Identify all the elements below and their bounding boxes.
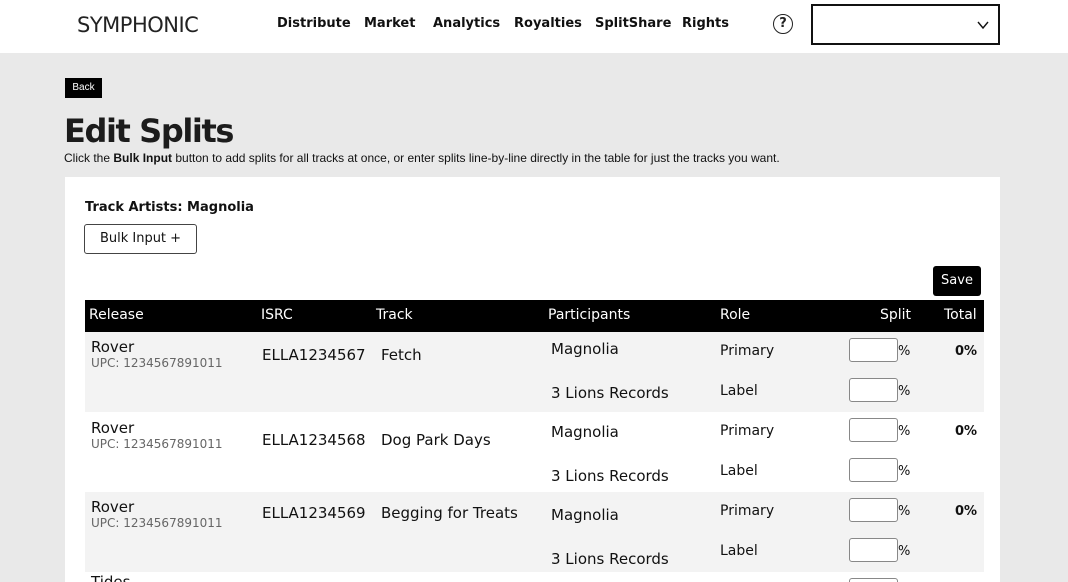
isrc: ELLA1234569 [262,504,366,522]
split-input[interactable] [849,418,898,442]
col-split: Split [880,307,912,323]
chevron-down-icon [977,21,989,30]
participant-role: Primary [720,343,775,359]
participant-role: Label [720,463,758,479]
release-upc: UPC: 1234567891011 [91,437,223,451]
col-track: Track [376,307,413,323]
participant-role: Label [720,383,758,399]
track-title: Dog Park Days [381,431,491,449]
release-name: Tides [91,573,131,582]
split-input[interactable] [849,378,898,402]
nav-distribute[interactable]: Distribute [277,16,351,31]
nav-splitshare[interactable]: SplitShare [595,16,671,31]
participant-name: Magnolia [551,340,619,358]
split-total: 0% [955,424,978,439]
nav-analytics[interactable]: Analytics [433,16,500,31]
back-button[interactable]: Back [65,78,102,98]
col-release: Release [89,307,144,323]
release-upc: UPC: 1234567891011 [91,516,223,530]
table-row: Tides [85,572,984,582]
nav-market[interactable]: Market [364,16,415,31]
split-input[interactable] [849,338,898,362]
col-isrc: ISRC [261,307,293,323]
save-button[interactable]: Save [933,266,981,296]
participant-name: Magnolia [551,506,619,524]
release-upc: UPC: 1234567891011 [91,356,223,370]
col-participants: Participants [548,307,631,323]
splits-table-header: Release ISRC Track Participants Role Spl… [85,300,984,332]
split-total: 0% [955,504,978,519]
participant-role: Primary [720,503,775,519]
isrc: ELLA1234567 [262,346,366,364]
bulk-input-button[interactable]: Bulk Input + [84,224,197,254]
split-input[interactable] [849,578,898,582]
track-title: Begging for Treats [381,504,518,522]
account-select[interactable] [811,4,1000,45]
participant-name: 3 Lions Records [551,467,669,485]
instructions-pre: Click the [64,151,114,165]
percent-sign: % [898,464,911,479]
col-role: Role [720,307,751,323]
track-title: Fetch [381,346,422,364]
split-input[interactable] [849,538,898,562]
question-circle-icon[interactable]: ? [773,14,793,34]
track-artists-label: Track Artists: Magnolia [85,200,254,215]
split-input[interactable] [849,458,898,482]
participant-name: Magnolia [551,423,619,441]
instructions-text: Click the Bulk Input button to add split… [64,151,780,165]
table-row: Rover UPC: 1234567891011 ELLA1234567 Fet… [85,332,984,412]
table-row: Rover UPC: 1234567891011 ELLA1234568 Dog… [85,412,984,492]
symphonic-logo[interactable]: SYMPHONIC [77,13,199,37]
split-total: 0% [955,344,978,359]
percent-sign: % [898,504,911,519]
percent-sign: % [898,424,911,439]
nav-royalties[interactable]: Royalties [514,16,582,31]
percent-sign: % [898,544,911,559]
participant-name: 3 Lions Records [551,550,669,568]
participant-role: Label [720,543,758,559]
table-row: Rover UPC: 1234567891011 ELLA1234569 Beg… [85,492,984,572]
isrc: ELLA1234568 [262,431,366,449]
page-title: Edit Splits [64,112,234,150]
split-input[interactable] [849,498,898,522]
instructions-post: button to add splits for all tracks at o… [172,151,780,165]
top-header: SYMPHONIC Distribute Market Analytics Ro… [0,0,1068,53]
participant-role: Primary [720,423,775,439]
percent-sign: % [898,384,911,399]
release-name: Rover [91,498,135,516]
release-name: Rover [91,419,135,437]
participant-name: 3 Lions Records [551,384,669,402]
col-total: Total [944,307,977,323]
instructions-bold: Bulk Input [113,151,173,165]
release-name: Rover [91,338,135,356]
nav-rights[interactable]: Rights [682,16,729,31]
percent-sign: % [898,344,911,359]
